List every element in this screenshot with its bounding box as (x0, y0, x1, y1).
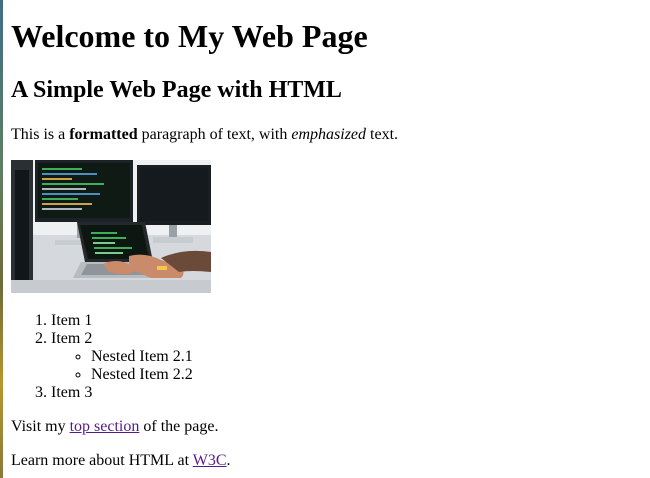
top-section-link[interactable]: top section (70, 418, 140, 435)
page-subtitle: A Simple Web Page with HTML (11, 77, 342, 103)
learn-text-end: . (226, 452, 231, 469)
list-item: Item 3 (51, 384, 641, 402)
intro-italic-text: emphasized (291, 126, 367, 143)
intro-text-start: This is a (11, 126, 70, 143)
learn-paragraph: Learn more about HTML at W3C. (11, 452, 641, 470)
intro-text-middle: paragraph of text, with (137, 126, 292, 143)
visit-text-start: Visit my (11, 418, 70, 435)
page-title: Welcome to My Web Page (11, 18, 368, 54)
list-item: Item 2 Nested Item 2.1 Nested Item 2.2 (51, 330, 641, 384)
intro-text-end: text. (366, 126, 399, 143)
learn-text-start: Learn more about HTML at (11, 452, 193, 469)
list-item-label: Item 2 (51, 330, 93, 347)
visit-text-end: of the page. (139, 418, 219, 435)
page-content: Welcome to My Web Page A Simple Web Page… (11, 0, 641, 470)
window-edge-strip (0, 0, 3, 478)
workstation-photo (11, 160, 211, 293)
nested-list: Nested Item 2.1 Nested Item 2.2 (51, 348, 641, 384)
intro-bold-text: formatted (69, 126, 138, 143)
ordered-list: Item 1 Item 2 Nested Item 2.1 Nested Ite… (11, 312, 641, 402)
intro-paragraph: This is a formatted paragraph of text, w… (11, 126, 641, 144)
nested-list-item: Nested Item 2.2 (91, 366, 641, 384)
list-item: Item 1 (51, 312, 641, 330)
nested-list-item: Nested Item 2.1 (91, 348, 641, 366)
visit-paragraph: Visit my top section of the page. (11, 418, 641, 436)
w3c-link[interactable]: W3C (193, 452, 227, 469)
